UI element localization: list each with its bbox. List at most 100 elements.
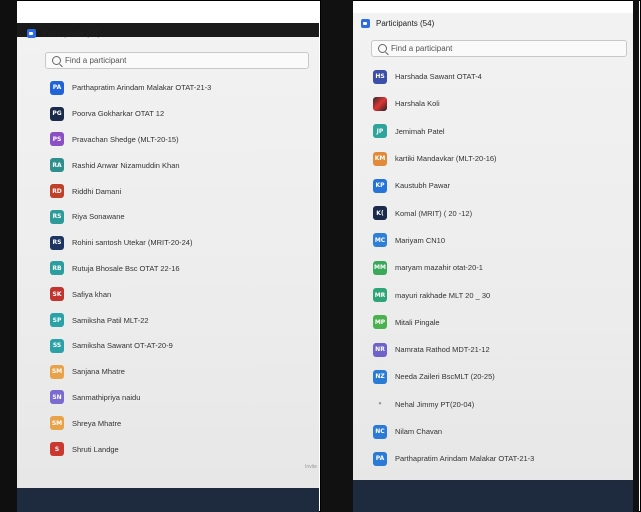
participant-row[interactable]: RA Rashid Anwar Nizamuddin Khan xyxy=(50,152,319,178)
participant-row[interactable]: RS Rohini santosh Utekar (MRIT-20-24) xyxy=(50,230,319,256)
participant-avatar: NC xyxy=(373,424,387,439)
participant-row[interactable]: PA Parthapratim Arindam Malakar OTAT-21-3 xyxy=(50,75,319,101)
participant-row[interactable]: MR mayuri rakhade MLT 20 _ 30 xyxy=(373,281,633,308)
participant-avatar: NR xyxy=(373,342,387,357)
search-input[interactable]: Find a participant xyxy=(45,52,309,69)
participant-name: Pravachan Shedge (MLT-20-15) xyxy=(72,134,179,144)
participant-name: Needa Zaileri BscMLT (20-25) xyxy=(395,372,495,382)
middle-dark-margin xyxy=(321,0,353,512)
participant-name: Riya Sonawane xyxy=(72,212,125,222)
search-placeholder: Find a participant xyxy=(65,56,127,65)
zoom-icon xyxy=(27,29,36,38)
participant-name: Samiksha Sawant OT-AT-20-9 xyxy=(72,341,173,351)
participant-row[interactable]: MC Mariyam CN10 xyxy=(373,227,633,254)
participant-avatar: RD xyxy=(50,184,64,199)
participant-avatar: RB xyxy=(50,261,64,276)
participant-avatar: SK xyxy=(50,287,64,302)
participant-row[interactable]: SM Sanjana Mhatre xyxy=(50,359,319,385)
participant-row[interactable]: S Shruti Landge xyxy=(50,436,319,462)
participant-avatar: • xyxy=(377,400,383,409)
participant-row[interactable]: • Nehal Jimmy PT(20-04) xyxy=(373,391,633,418)
participant-name: Shreya Mhatre xyxy=(72,418,122,428)
participant-row[interactable]: Harshala Koli xyxy=(373,90,633,117)
participant-name: Rutuja Bhosale Bsc OTAT 22-16 xyxy=(72,263,180,273)
participant-avatar: SS xyxy=(50,338,64,353)
participant-row[interactable]: NZ Needa Zaileri BscMLT (20-25) xyxy=(373,363,633,390)
participant-name: Harshala Koli xyxy=(395,99,440,109)
participant-name: maryam mazahir otat-20-1 xyxy=(395,263,483,273)
participant-name: Samiksha Patil MLT-22 xyxy=(72,315,149,325)
participant-row[interactable]: JP Jemimah Patel xyxy=(373,118,633,145)
participant-name: Sanmathipriya naidu xyxy=(72,392,141,402)
search-input[interactable]: Find a participant xyxy=(371,40,627,57)
participant-avatar: MM xyxy=(373,260,387,275)
participant-avatar: SM xyxy=(50,364,64,379)
participant-list: HS Harshada Sawant OTAT-4 Harshala Koli JP J… xyxy=(373,63,633,472)
participant-name: Harshada Sawant OTAT-4 xyxy=(395,72,482,82)
participant-row[interactable]: K(Komal (MRIT) ( 20 -12) xyxy=(373,199,633,226)
participant-avatar: PA xyxy=(50,80,64,95)
participant-name: Rohini santosh Utekar (MRIT-20-24) xyxy=(72,238,193,248)
participant-row[interactable]: RS Riya Sonawane xyxy=(50,204,319,230)
participant-name: Mariyam CN10 xyxy=(395,235,446,245)
participant-avatar: HS xyxy=(373,69,387,84)
participant-row[interactable]: KP Kaustubh Pawar xyxy=(373,172,633,199)
search-icon xyxy=(52,56,61,65)
participant-avatar: MP xyxy=(373,315,387,330)
participant-row[interactable]: SS Samiksha Sawant OT-AT-20-9 xyxy=(50,333,319,359)
right-dark-margin xyxy=(633,0,639,512)
participant-avatar xyxy=(373,96,387,111)
participant-name: Nehal Jimmy PT(20-04) xyxy=(395,399,475,409)
participant-row[interactable]: NR Namrata Rathod MDT-21-12 xyxy=(373,336,633,363)
participant-avatar: KP xyxy=(373,178,387,193)
participant-avatar: MR xyxy=(373,288,387,303)
invite-hint: Invite xyxy=(305,464,317,470)
participant-row[interactable]: RD Riddhi Damani xyxy=(50,178,319,204)
left-participants-panel: Participants (54) Find a participant PA P… xyxy=(17,23,319,512)
participant-row[interactable]: NC Nilam Chavan xyxy=(373,418,633,445)
dark-bottom-edge xyxy=(353,480,633,512)
participant-avatar: SM xyxy=(50,416,64,431)
table-divider xyxy=(320,0,321,512)
panel-title: Participants (54) xyxy=(27,29,100,38)
participant-row[interactable]: SK Safiya khan xyxy=(50,281,319,307)
participant-avatar: S xyxy=(50,442,64,457)
title-text: Participants (54) xyxy=(376,19,435,28)
participant-name: Nilam Chavan xyxy=(395,427,443,436)
participant-row[interactable]: SN Sanmathipriya naidu xyxy=(50,385,319,411)
participant-avatar: MC xyxy=(373,233,387,248)
participant-name: Rashid Anwar Nizamuddin Khan xyxy=(72,160,180,170)
participant-name: Parthapratim Arindam Malakar OTAT-21-3 xyxy=(72,83,212,93)
participant-name: mayuri rakhade MLT 20 _ 30 xyxy=(395,290,491,300)
participant-row[interactable]: HS Harshada Sawant OTAT-4 xyxy=(373,63,633,90)
dark-bottom-edge xyxy=(17,488,319,512)
participant-avatar: NZ xyxy=(373,369,387,384)
participant-row[interactable]: PA Parthapratim Arindam Malakar OTAT-21-3 xyxy=(373,445,633,472)
participant-avatar: PG xyxy=(50,106,64,121)
participant-row[interactable]: PG Poorva Gokharkar OTAT 12 xyxy=(50,101,319,127)
participant-name: kartiki Mandavkar (MLT-20-16) xyxy=(395,154,497,164)
participant-avatar: JP xyxy=(373,124,387,139)
participant-row[interactable]: KM kartiki Mandavkar (MLT-20-16) xyxy=(373,145,633,172)
left-dark-margin xyxy=(0,0,17,512)
right-participants-panel: Participants (54) Find a participant HS H… xyxy=(353,13,633,512)
participant-avatar: K( xyxy=(373,206,387,221)
participant-avatar: RS xyxy=(50,209,64,224)
participant-list: PA Parthapratim Arindam Malakar OTAT-21-3… xyxy=(50,75,319,462)
participant-row[interactable]: SM Shreya Mhatre xyxy=(50,410,319,436)
search-placeholder: Find a participant xyxy=(391,44,453,53)
participant-name: Namrata Rathod MDT-21-12 xyxy=(395,345,490,355)
participant-row[interactable]: SP Samiksha Patil MLT-22 xyxy=(50,307,319,333)
participant-name: Kaustubh Pawar xyxy=(395,181,451,191)
participant-row[interactable]: PS Pravachan Shedge (MLT-20-15) xyxy=(50,127,319,153)
participant-row[interactable]: MM maryam mazahir otat-20-1 xyxy=(373,254,633,281)
participant-avatar: KM xyxy=(373,151,387,166)
panel-title: Participants (54) xyxy=(361,19,434,28)
participant-avatar: PS xyxy=(50,132,64,147)
participant-name: Mitali Pingale xyxy=(395,317,440,327)
participant-name: Jemimah Patel xyxy=(395,126,445,136)
search-icon xyxy=(378,44,387,53)
participant-row[interactable]: RB Rutuja Bhosale Bsc OTAT 22-16 xyxy=(50,256,319,282)
participant-row[interactable]: MP Mitali Pingale xyxy=(373,309,633,336)
zoom-icon xyxy=(361,19,370,28)
